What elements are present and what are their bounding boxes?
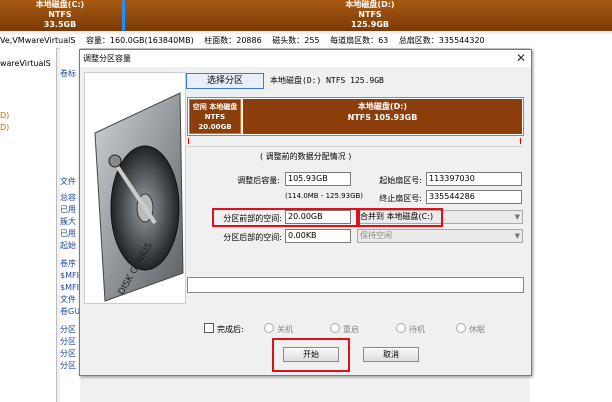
- start-sector-field[interactable]: 113397030: [426, 172, 522, 186]
- main-segment-fs: NTFS: [347, 113, 372, 122]
- info-label: 已用: [60, 229, 76, 238]
- tree-item-partition-c[interactable]: D): [0, 110, 56, 122]
- partition-d-label: 本地磁盘(D:): [345, 0, 395, 9]
- background-content-area: [530, 48, 612, 402]
- highlight-box: [212, 208, 360, 227]
- main-segment-label: 本地磁盘(D:): [357, 102, 408, 111]
- partition-d-size: 125.9GB: [351, 20, 389, 29]
- main-segment-fs-size: NTFS 105.93GB: [243, 112, 522, 123]
- disk-heads: 磁头数：255: [272, 36, 320, 45]
- end-sector-label: 终止扇区号:: [379, 194, 422, 203]
- radio-shutdown-label: 关机: [277, 325, 293, 334]
- partition-c-fs: NTFS: [48, 10, 72, 19]
- partition-ruler: [187, 138, 522, 147]
- radio-restart[interactable]: 重启: [330, 323, 359, 335]
- radio-dot: [330, 323, 340, 333]
- space-after-label: 分区后部的空间:: [223, 233, 282, 242]
- size-range-hint: (114.0MB - 125.93GB): [285, 192, 364, 200]
- chevron-down-icon: ▼: [514, 213, 520, 221]
- disk-cylinders: 柱面数：20886: [204, 36, 262, 45]
- size-after-label: 调整后容量:: [237, 176, 280, 185]
- radio-dot: [396, 323, 406, 333]
- dialog-title: 调整分区容量: [83, 54, 131, 63]
- info-label: 卷标: [60, 69, 76, 78]
- disk-info-bar: Ve,VMwareVirtualS 容量：160.0GB(163840MB) 柱…: [0, 34, 612, 49]
- new-segment-label: 空闲: [192, 103, 207, 111]
- radio-shutdown[interactable]: 关机: [264, 323, 293, 335]
- radio-standby-label: 待机: [409, 325, 425, 334]
- chevron-down-icon: ▼: [514, 232, 520, 240]
- disk-tree-panel[interactable]: wareVirtualS D) D): [0, 48, 57, 402]
- end-sector-field[interactable]: 335544286: [426, 190, 522, 204]
- disk-capacity: 容量：160.0GB(163840MB): [85, 36, 194, 45]
- partition-d-block[interactable]: 本地磁盘(D:) NTFS 125.9GB: [128, 0, 612, 31]
- highlight-box: [356, 208, 443, 227]
- info-label: 分区: [60, 361, 76, 370]
- tree-item-partition-d[interactable]: D): [0, 122, 56, 134]
- space-after-action-value: 保持空闲: [360, 231, 392, 240]
- hard-disk-icon: DISK GENIUS: [94, 92, 184, 302]
- cancel-button[interactable]: 取消: [363, 347, 419, 362]
- radio-hibernate[interactable]: 休眠: [456, 323, 485, 335]
- start-button[interactable]: 开始: [283, 347, 339, 362]
- radio-dot: [456, 323, 466, 333]
- progress-bar: [187, 277, 524, 293]
- partition-map-new-segment[interactable]: 空闲 本地磁盘 NTFS 20.00GB: [189, 99, 241, 134]
- info-label: 文件: [60, 295, 76, 304]
- info-label: 簇大: [60, 217, 76, 226]
- size-after-field[interactable]: 105.93GB: [285, 172, 351, 186]
- after-complete-checkbox[interactable]: 完成后:: [204, 323, 244, 335]
- space-after-action-select[interactable]: 保持空闲 ▼: [357, 229, 523, 243]
- partition-c-size: 33.5GB: [43, 20, 77, 29]
- partition-map-main-segment[interactable]: 本地磁盘(D:) NTFS 105.93GB: [243, 99, 522, 134]
- tree-item-disk[interactable]: wareVirtualS: [0, 58, 56, 70]
- info-label: 卷GU: [60, 307, 80, 316]
- partition-c-block[interactable]: 本地磁盘(C:) NTFS 33.5GB: [0, 0, 120, 31]
- info-label: $MFI: [60, 271, 79, 280]
- info-label: 分区: [60, 325, 76, 334]
- radio-dot: [264, 323, 274, 333]
- partition-info-column: 卷标 文件 总容 已用 簇大 已用 起始 卷序 $MFI $MFI 文件 卷GU…: [60, 48, 80, 402]
- disk-model: Ve,VMwareVirtualS: [0, 36, 76, 45]
- new-segment-size: 20.00GB: [198, 123, 232, 131]
- new-segment-fs: NTFS: [204, 113, 226, 121]
- resize-partition-dialog: 调整分区容量 ✕ DISK GENIUS 选择分区 本地磁盘(D:) NTFS …: [79, 49, 532, 376]
- after-complete-label: 完成后:: [217, 325, 244, 334]
- partition-d-fs: NTFS: [358, 10, 382, 19]
- radio-hibernate-label: 休眠: [469, 325, 485, 334]
- selected-partition-text: 本地磁盘(D:) NTFS 125.9GB: [270, 76, 384, 85]
- start-sector-label: 起始扇区号:: [379, 176, 422, 185]
- info-label: 文件: [60, 177, 76, 186]
- info-label: 起始: [60, 241, 76, 250]
- partition-divider: [122, 0, 125, 31]
- radio-standby[interactable]: 待机: [396, 323, 425, 335]
- disk-total-sectors: 总扇区数：335544320: [398, 36, 485, 45]
- select-partition-button[interactable]: 选择分区: [186, 73, 264, 89]
- disk-sectors-per-track: 每道扇区数：63: [330, 36, 389, 45]
- ruler-tick: [188, 138, 189, 144]
- tree-item-partition: [0, 98, 56, 110]
- disk-partition-bar[interactable]: 本地磁盘(C:) NTFS 33.5GB 本地磁盘(D:) NTFS 125.9…: [0, 0, 612, 31]
- partition-c-label: 本地磁盘(C:): [35, 0, 85, 9]
- info-label: $MFI: [60, 283, 79, 292]
- info-label: 分区: [60, 337, 76, 346]
- main-segment-size: 105.93GB: [373, 113, 418, 122]
- checkbox-box[interactable]: [204, 323, 214, 333]
- dialog-titlebar[interactable]: 调整分区容量 ✕: [80, 50, 531, 67]
- hard-disk-illustration: DISK GENIUS: [84, 72, 186, 304]
- info-label: 总容: [60, 193, 76, 202]
- ruler-tick: [520, 138, 521, 144]
- info-label: 分区: [60, 349, 76, 358]
- close-icon[interactable]: ✕: [516, 50, 526, 67]
- new-segment-target: 本地磁盘: [209, 103, 238, 111]
- info-label: 卷序: [60, 259, 76, 268]
- section-title: ( 调整前的数据分配情况 ): [260, 152, 352, 161]
- radio-restart-label: 重启: [343, 325, 359, 334]
- partition-map: 空闲 本地磁盘 NTFS 20.00GB 本地磁盘(D:) NTFS 105.9…: [187, 97, 524, 136]
- info-label: 已用: [60, 205, 76, 214]
- space-after-field[interactable]: 0.00KB: [285, 229, 351, 243]
